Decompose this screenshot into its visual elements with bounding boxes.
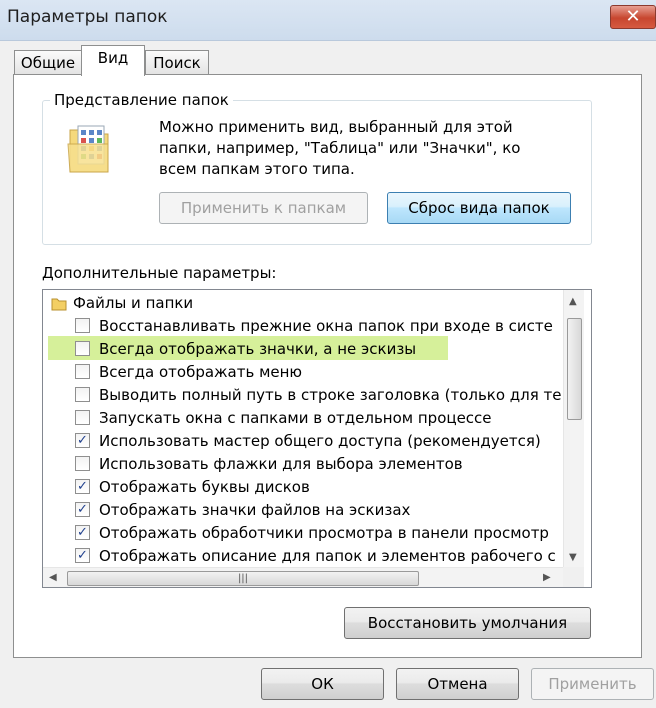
list-item-label: Выводить полный путь в строке заголовка … — [99, 386, 562, 404]
grip-icon: ||| — [237, 573, 249, 584]
checkbox[interactable] — [75, 387, 90, 402]
cancel-button[interactable]: Отмена — [396, 668, 519, 700]
tab-search-label: Поиск — [153, 54, 201, 72]
tab-general-label: Общие — [20, 54, 76, 72]
list-item-label: Всегда отображать меню — [99, 363, 303, 381]
folder-grid-icon — [67, 125, 109, 173]
tab-search[interactable]: Поиск — [145, 50, 209, 75]
checkbox[interactable] — [75, 456, 90, 471]
scrollbar-corner — [563, 567, 584, 587]
close-icon: ✕ — [625, 6, 641, 27]
list-item-label: Запускать окна с папками в отдельном про… — [99, 409, 492, 427]
checkbox-checked[interactable]: ✓ — [75, 502, 90, 517]
tab-view[interactable]: Вид — [81, 45, 145, 76]
checkbox-checked[interactable]: ✓ — [75, 548, 90, 563]
dialog-footer: ОК Отмена Применить — [0, 657, 656, 708]
scroll-up-icon[interactable]: ▲ — [569, 296, 577, 307]
close-button[interactable]: ✕ — [610, 5, 656, 29]
vertical-scroll-thumb[interactable] — [567, 318, 582, 420]
advanced-settings-label: Дополнительные параметры: — [42, 264, 277, 282]
restore-defaults-label: Восстановить умолчания — [367, 614, 568, 632]
checkbox-checked[interactable]: ✓ — [75, 525, 90, 540]
list-item-label: Использовать флажки для выбора элементов — [99, 455, 463, 473]
reset-folders-button[interactable]: Сброс вида папок — [387, 192, 571, 224]
list-item-label: Отображать обработчики просмотра в панел… — [99, 524, 549, 542]
advanced-settings-list[interactable]: Файлы и папки Восстанавливать прежние ок… — [42, 289, 592, 588]
tab-general[interactable]: Общие — [14, 50, 82, 75]
apply-label: Применить — [548, 675, 637, 693]
checkbox[interactable] — [75, 410, 90, 425]
vertical-scrollbar[interactable]: ▲ ▼ — [563, 290, 584, 568]
scroll-down-icon[interactable]: ▼ — [569, 552, 577, 563]
view-tab-panel: Представление папок Можно применить вид,… — [13, 74, 642, 658]
horizontal-scroll-thumb[interactable]: ||| — [67, 571, 419, 586]
tree-root-label: Файлы и папки — [73, 294, 194, 312]
apply-to-folders-label: Применить к папкам — [180, 199, 347, 217]
folder-icon — [51, 298, 67, 311]
list-item-label: Отображать буквы дисков — [99, 478, 310, 496]
tab-view-label: Вид — [97, 49, 129, 67]
cancel-label: Отмена — [427, 675, 488, 693]
checkbox-checked[interactable]: ✓ — [75, 433, 90, 448]
list-item-label: Отображать значки файлов на эскизах — [99, 501, 411, 519]
list-item-label: Отображать описание для папок и элементо… — [99, 547, 556, 565]
checkbox[interactable] — [75, 318, 90, 333]
apply-button[interactable]: Применить — [531, 668, 654, 700]
horizontal-scrollbar[interactable]: ◀ ||| ▶ — [43, 567, 563, 587]
list-item-label: Всегда отображать значки, а не эскизы — [99, 340, 417, 358]
folder-views-description: Можно применить вид, выбранный для этой … — [159, 118, 521, 178]
list-item-label: Использовать мастер общего доступа (реко… — [99, 432, 541, 450]
folder-views-label: Представление папок — [50, 91, 233, 109]
window-title: Параметры папок — [7, 7, 168, 27]
checkbox[interactable] — [75, 341, 90, 356]
apply-to-folders-button[interactable]: Применить к папкам — [159, 192, 368, 224]
title-bar: Параметры папок ✕ — [0, 0, 656, 41]
scroll-left-icon[interactable]: ◀ — [49, 572, 57, 583]
checkbox-checked[interactable]: ✓ — [75, 479, 90, 494]
list-item-label: Восстанавливать прежние окна папок при в… — [99, 317, 553, 335]
reset-folders-label: Сброс вида папок — [408, 199, 550, 217]
checkbox[interactable] — [75, 364, 90, 379]
ok-label: ОК — [311, 675, 334, 693]
restore-defaults-button[interactable]: Восстановить умолчания — [344, 607, 591, 639]
scroll-right-icon[interactable]: ▶ — [543, 572, 551, 583]
ok-button[interactable]: ОК — [261, 668, 384, 700]
